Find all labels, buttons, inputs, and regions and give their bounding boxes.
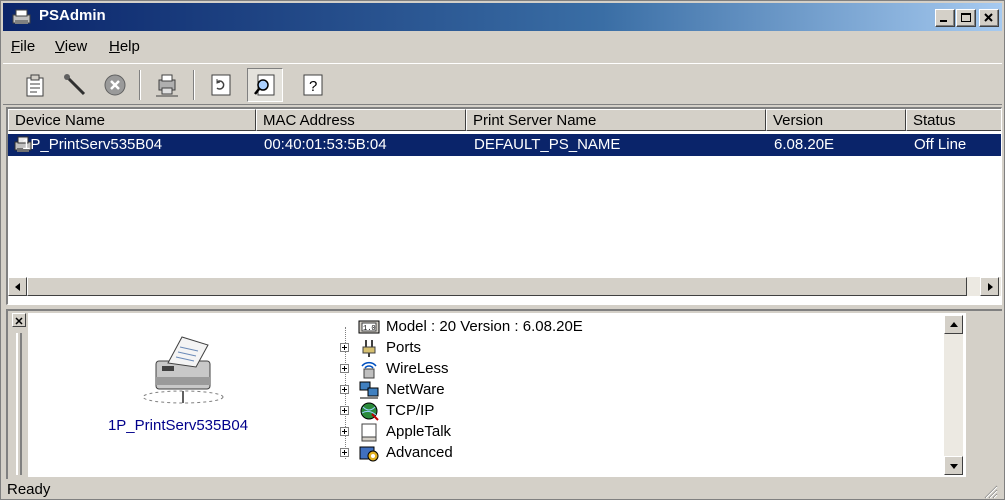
expand-toggle[interactable]: [340, 385, 349, 394]
menu-view-label: iew: [64, 38, 88, 55]
menu-help-label: elp: [119, 38, 140, 55]
resize-grip-icon[interactable]: [982, 483, 998, 499]
pane-close-button[interactable]: [12, 313, 26, 327]
status-text: Ready: [7, 481, 51, 498]
arrow-left-icon: [15, 283, 20, 291]
info-icon: 1.0: [358, 320, 380, 334]
device-tree[interactable]: 1.0 Model : 20 Version : 6.08.20E Ports …: [328, 313, 966, 477]
horizontal-scrollbar[interactable]: [8, 277, 1001, 296]
help-icon: ?: [303, 74, 323, 96]
list-header: Device Name MAC Address Print Server Nam…: [8, 109, 1001, 131]
toolbar-separator: [193, 70, 195, 100]
search-button[interactable]: [247, 68, 283, 102]
scroll-track[interactable]: [944, 334, 963, 456]
network-printer-icon: [156, 74, 178, 97]
column-header-version[interactable]: Version: [766, 109, 906, 131]
tree-label-ports: Ports: [386, 339, 422, 356]
wrench-icon: [64, 74, 86, 96]
menu-view-mnemonic: V: [55, 38, 65, 55]
cell-server-name: DEFAULT_PS_NAME: [474, 136, 621, 153]
tree-label-netware: NetWare: [386, 381, 445, 398]
refresh-button[interactable]: [203, 68, 239, 102]
minimize-icon: [940, 20, 947, 22]
toolbar-separator: [139, 70, 141, 100]
expand-toggle[interactable]: [340, 343, 349, 352]
search-icon: [254, 74, 275, 96]
menu-file-mnemonic: F: [11, 38, 21, 55]
toolbar: ?: [3, 63, 1002, 105]
tree-label-tcpip: TCP/IP: [386, 402, 435, 419]
column-header-mac-address[interactable]: MAC Address: [256, 109, 466, 131]
menu-help[interactable]: Help: [109, 38, 140, 55]
device-name-label: 1P_PrintServ535B04: [107, 417, 249, 434]
details-pane: 1P_PrintServ535B04 1.0 Model : 20 Versio…: [6, 309, 1002, 479]
refresh-icon: [211, 74, 231, 96]
svg-text:?: ?: [309, 78, 317, 95]
tree-label-wireless: WireLess: [386, 360, 449, 377]
expand-toggle[interactable]: [340, 406, 349, 415]
scroll-left-button[interactable]: [8, 277, 27, 296]
cell-version: 6.08.20E: [774, 136, 835, 153]
expand-toggle[interactable]: [340, 427, 349, 436]
scroll-right-button[interactable]: [980, 277, 999, 296]
cell-device-name: 1P_PrintServ535B04: [22, 136, 163, 153]
app-printer-icon: [12, 9, 31, 24]
svg-text:1.0: 1.0: [363, 325, 376, 333]
close-button[interactable]: [979, 9, 999, 27]
scroll-up-button[interactable]: [944, 315, 963, 334]
cell-status: Off Line: [914, 136, 967, 153]
menu-help-mnemonic: H: [109, 38, 120, 55]
minimize-button[interactable]: [935, 9, 955, 27]
wrench-button[interactable]: [57, 68, 93, 102]
column-header-status[interactable]: Status: [906, 109, 1001, 131]
help-button[interactable]: ?: [295, 68, 331, 102]
menu-view[interactable]: View: [55, 38, 87, 55]
menu-file[interactable]: File: [11, 38, 35, 55]
device-panel: 1P_PrintServ535B04: [28, 313, 328, 477]
port-plug-icon: [362, 340, 376, 357]
menu-bar: File View Help: [3, 33, 1002, 61]
expand-toggle[interactable]: [340, 364, 349, 373]
scroll-down-button[interactable]: [944, 456, 963, 475]
window-title: PSAdmin: [39, 7, 106, 24]
column-header-device-name[interactable]: Device Name: [8, 109, 256, 131]
model-version-label: Model : 20 Version : 6.08.20E: [386, 318, 583, 335]
tree-label-appletalk: AppleTalk: [386, 423, 452, 440]
arrow-right-icon: [988, 283, 993, 291]
stop-button[interactable]: [97, 68, 133, 102]
tree-label-advanced: Advanced: [386, 444, 453, 461]
maximize-icon: [961, 13, 971, 22]
wireless-icon: [361, 361, 377, 379]
close-icon: [984, 13, 993, 22]
device-list[interactable]: Device Name MAC Address Print Server Nam…: [6, 107, 1002, 305]
globe-icon: [360, 402, 379, 421]
arrow-up-icon: [950, 322, 958, 327]
psadmin-window: PSAdmin File View Help ? Device Name MAC…: [0, 0, 1005, 500]
expand-toggle[interactable]: [340, 448, 349, 457]
cell-mac-address: 00:40:01:53:5B:04: [264, 136, 387, 153]
scroll-thumb[interactable]: [27, 277, 967, 296]
close-icon: [15, 317, 23, 325]
arrow-down-icon: [950, 464, 958, 469]
title-bar[interactable]: PSAdmin: [3, 3, 1002, 31]
status-bar: Ready: [3, 481, 1002, 499]
column-header-print-server-name[interactable]: Print Server Name: [466, 109, 766, 131]
maximize-button[interactable]: [956, 9, 976, 27]
document-icon: [361, 423, 377, 442]
stop-icon: [104, 74, 126, 96]
menu-file-label: ile: [20, 38, 36, 55]
properties-button[interactable]: [17, 68, 53, 102]
network-computers-icon: [359, 381, 379, 399]
table-row[interactable]: 1P_PrintServ535B04 00:40:01:53:5B:04 DEF…: [8, 134, 1001, 156]
pane-grip[interactable]: [16, 333, 22, 475]
vertical-scrollbar[interactable]: [944, 315, 963, 475]
properties-icon: [26, 74, 44, 97]
advanced-settings-icon: [359, 446, 379, 462]
network-printer-button[interactable]: [149, 68, 185, 102]
print-server-icon: [142, 336, 224, 404]
